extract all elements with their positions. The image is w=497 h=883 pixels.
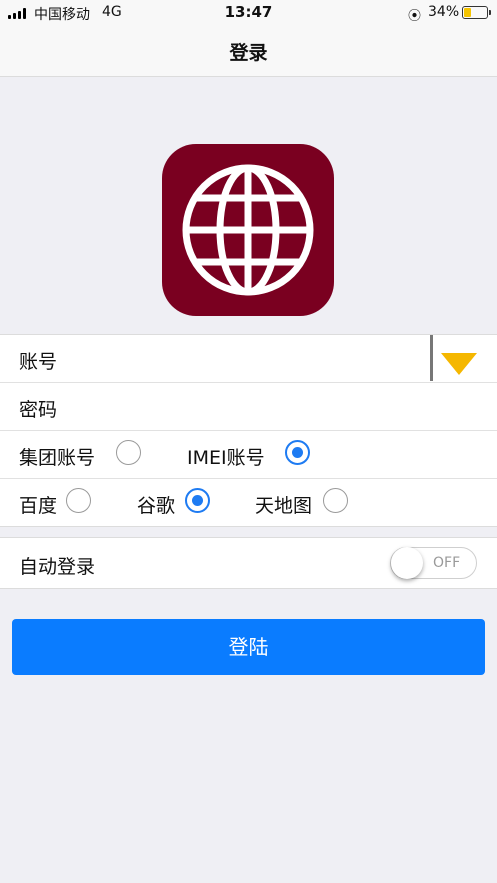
auto-login-row: 自动登录 OFF: [0, 537, 497, 589]
account-type-row: 集团账号 IMEI账号: [0, 431, 497, 479]
account-type-group-radio[interactable]: [116, 440, 141, 465]
account-label: 账号: [19, 351, 58, 373]
page-title: 登录: [229, 42, 268, 64]
account-row[interactable]: 账号: [0, 335, 497, 383]
battery-icon: [462, 6, 491, 19]
toggle-state-text: OFF: [433, 555, 461, 571]
login-button[interactable]: 登陆: [12, 619, 485, 675]
map-tianditu-label: 天地图: [255, 495, 313, 517]
rotation-lock-icon: ⦿: [408, 9, 422, 24]
globe-icon: [182, 164, 314, 296]
password-label: 密码: [19, 399, 58, 421]
status-bar: 中国移动 4G 13:47 ⦿ 34%: [0, 0, 497, 26]
dropdown-divider: [430, 335, 433, 381]
account-type-group-label: 集团账号: [19, 447, 96, 469]
account-type-imei-label: IMEI账号: [187, 447, 265, 469]
account-type-imei-radio[interactable]: [285, 440, 310, 465]
login-form: 账号 密码 集团账号 IMEI账号 百度 谷歌 天地图: [0, 334, 497, 527]
map-google-label: 谷歌: [137, 495, 176, 517]
map-tianditu-radio[interactable]: [323, 488, 348, 513]
auto-login-label: 自动登录: [19, 556, 96, 578]
top-bar: 中国移动 4G 13:47 ⦿ 34% 登录: [0, 0, 497, 77]
map-source-row: 百度 谷歌 天地图: [0, 479, 497, 526]
battery-fill: [464, 8, 472, 17]
triangle-down-icon[interactable]: [441, 353, 477, 375]
clock: 13:47: [224, 3, 273, 21]
map-baidu-label: 百度: [19, 495, 58, 517]
auto-login-toggle[interactable]: OFF: [390, 547, 477, 579]
battery-percent: 34%: [428, 4, 460, 20]
app-logo: [162, 144, 334, 316]
password-row[interactable]: 密码: [0, 383, 497, 431]
map-baidu-radio[interactable]: [66, 488, 91, 513]
toggle-knob[interactable]: [391, 547, 423, 579]
map-google-radio[interactable]: [185, 488, 210, 513]
